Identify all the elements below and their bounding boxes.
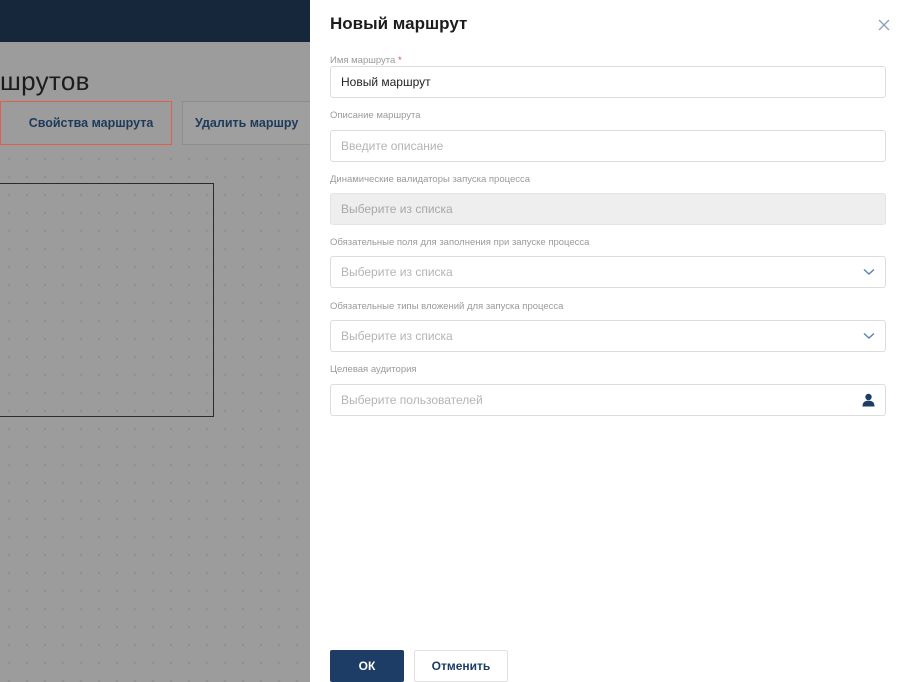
route-name-label: Имя маршрута * xyxy=(330,55,402,66)
chevron-down-icon xyxy=(863,268,875,276)
validators-placeholder: Выберите из списка xyxy=(341,202,453,216)
audience-input[interactable]: Выберите пользователей xyxy=(330,384,886,416)
top-header-bar xyxy=(0,0,310,42)
route-description-input[interactable]: Введите описание xyxy=(330,130,886,162)
route-description-label: Описание маршрута xyxy=(330,110,421,121)
audience-label: Целевая аудитория xyxy=(330,364,417,375)
ok-button[interactable]: ОК xyxy=(330,650,404,682)
cancel-button[interactable]: Отменить xyxy=(414,650,508,682)
route-name-input[interactable]: Новый маршрут xyxy=(330,66,886,98)
background-page: шрутов Свойства маршрута Удалить маршру xyxy=(0,0,310,682)
audience-placeholder: Выберите пользователей xyxy=(341,393,483,407)
page-title: шрутов xyxy=(0,66,90,96)
attachment-types-label: Обязательные типы вложений для запуска п… xyxy=(330,301,564,312)
close-icon xyxy=(878,19,890,31)
user-icon[interactable] xyxy=(862,393,875,407)
route-name-label-text: Имя маршрута xyxy=(330,55,396,66)
delete-route-button[interactable]: Удалить маршру xyxy=(182,101,310,145)
required-fields-placeholder: Выберите из списка xyxy=(341,265,453,279)
attachment-types-placeholder: Выберите из списка xyxy=(341,329,453,343)
delete-route-button-label: Удалить маршру xyxy=(195,116,299,130)
close-button[interactable] xyxy=(875,16,893,34)
attachment-types-select[interactable]: Выберите из списка xyxy=(330,320,886,352)
validators-select[interactable]: Выберите из списка xyxy=(330,193,886,225)
chevron-down-icon xyxy=(863,332,875,340)
required-fields-label: Обязательные поля для заполнения при зап… xyxy=(330,237,590,248)
route-properties-button[interactable]: Свойства маршрута xyxy=(0,101,172,145)
new-route-panel: Новый маршрут Имя маршрута * Новый маршр… xyxy=(310,0,907,682)
route-properties-button-label: Свойства маршрута xyxy=(28,116,154,130)
panel-title: Новый маршрут xyxy=(330,14,468,33)
validators-label: Динамические валидаторы запуска процесса xyxy=(330,174,531,185)
route-name-value: Новый маршрут xyxy=(341,75,431,89)
required-mark: * xyxy=(397,55,402,66)
route-description-placeholder: Введите описание xyxy=(341,139,444,153)
required-fields-select[interactable]: Выберите из списка xyxy=(330,256,886,288)
route-canvas-frame xyxy=(0,183,214,417)
